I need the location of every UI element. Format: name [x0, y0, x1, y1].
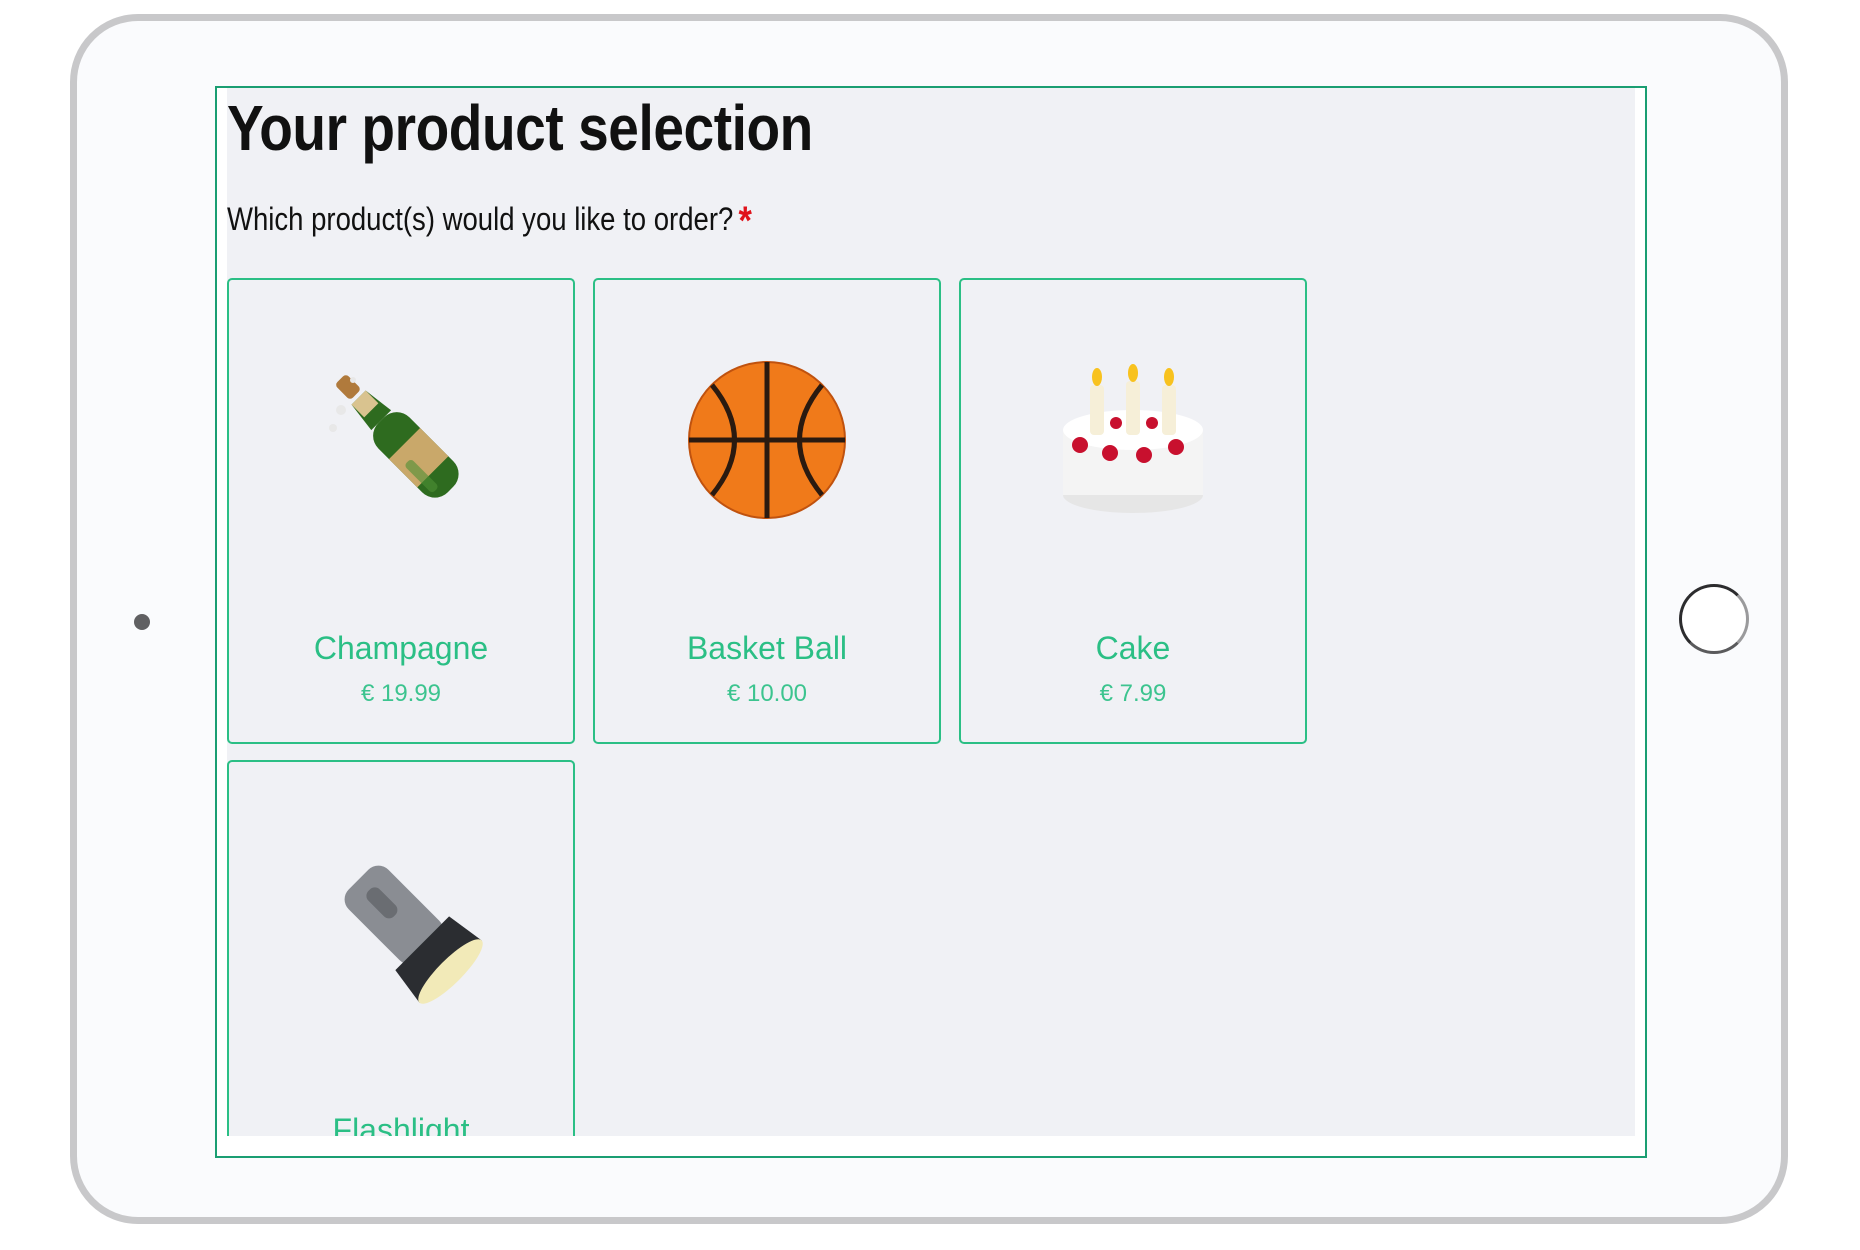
page-title: Your product selection: [227, 92, 813, 164]
product-card-basket-ball[interactable]: Basket Ball € 10.00: [593, 278, 941, 744]
product-name: Champagne: [313, 630, 489, 666]
product-card-champagne[interactable]: Champagne € 19.99: [227, 278, 575, 744]
champagne-bottle-icon: [229, 350, 573, 530]
flashlight-icon: [229, 832, 573, 1012]
form-screen: Your product selection Which product(s) …: [215, 86, 1647, 1158]
question-label: Which product(s) would you like to order…: [227, 198, 752, 242]
question-text: Which product(s) would you like to order…: [227, 201, 734, 237]
product-name: Cake: [1095, 630, 1171, 666]
product-price: € 7.99: [1099, 680, 1167, 707]
required-asterisk: *: [738, 199, 752, 243]
product-name: Basket Ball: [686, 630, 848, 666]
product-card-flashlight[interactable]: Flashlight: [227, 760, 575, 1136]
camera-dot: [134, 614, 150, 630]
product-price: € 10.00: [726, 680, 808, 707]
product-name: Flashlight: [332, 1112, 470, 1136]
birthday-cake-icon: [961, 350, 1305, 530]
product-card-cake[interactable]: Cake € 7.99: [959, 278, 1307, 744]
product-price: € 19.99: [360, 680, 442, 707]
basketball-icon: [595, 350, 939, 530]
form-content: Your product selection Which product(s) …: [227, 88, 1635, 1136]
home-button[interactable]: [1679, 584, 1749, 654]
